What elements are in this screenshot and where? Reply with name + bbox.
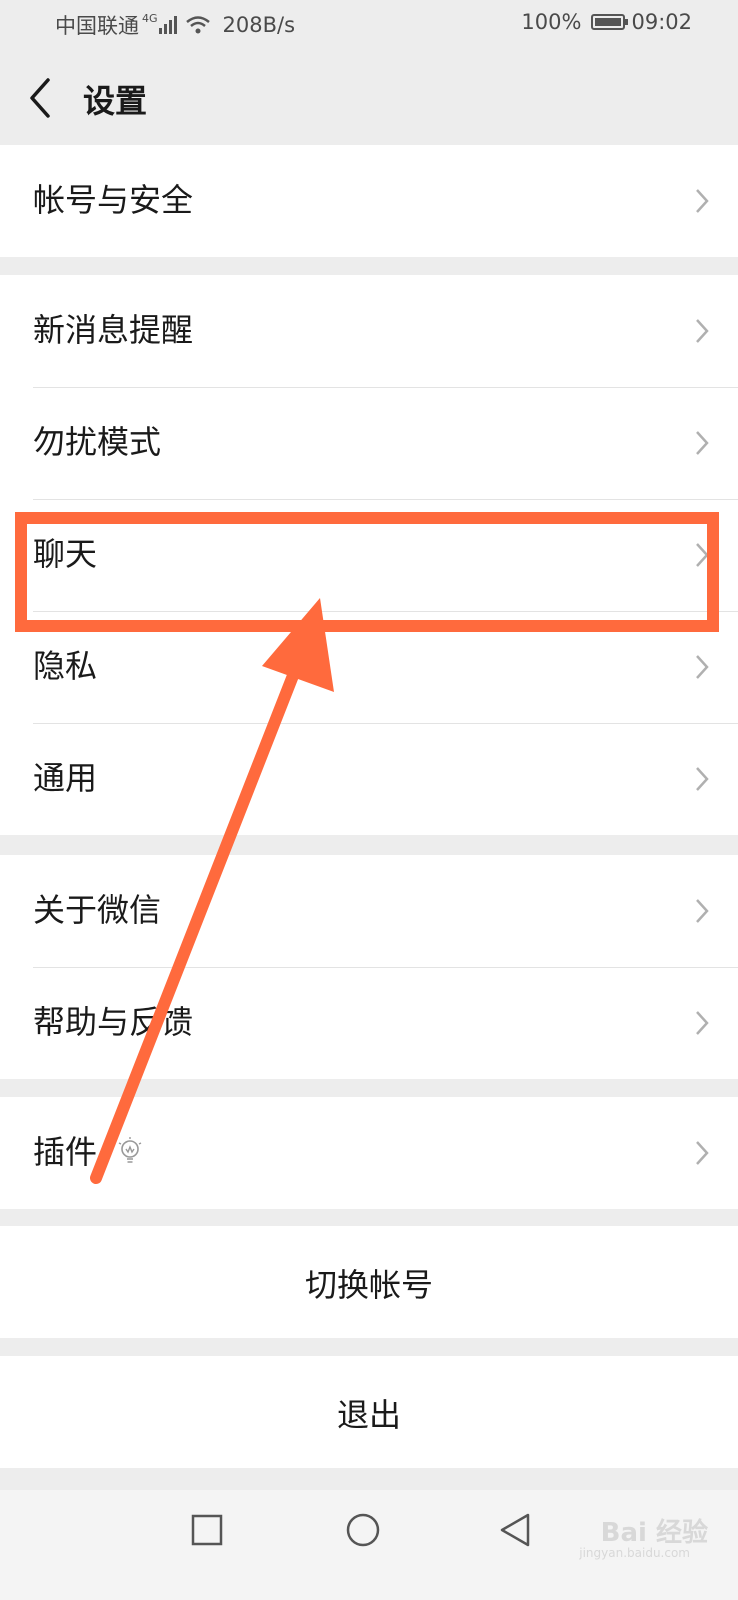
- logout-button[interactable]: 退出: [0, 1356, 738, 1468]
- settings-item-do-not-disturb[interactable]: 勿扰模式: [0, 387, 738, 499]
- battery-percent: 100%: [521, 10, 582, 34]
- status-left: 中国联通 4G 208B/s: [55, 10, 295, 40]
- settings-item-account-security[interactable]: 帐号与安全: [0, 145, 738, 257]
- chevron-right-icon: [696, 655, 709, 679]
- wifi-icon: [185, 16, 210, 34]
- switch-account-button[interactable]: 切换帐号: [0, 1226, 738, 1338]
- back-triangle-icon[interactable]: [498, 1512, 532, 1548]
- settings-item-label: 帮助与反馈: [33, 1003, 194, 1041]
- battery-icon: [591, 14, 629, 30]
- settings-item-label: 隐私: [33, 647, 98, 685]
- status-right: 100% 09:02: [521, 10, 692, 34]
- header: 设置: [0, 52, 738, 144]
- signal-icon: [158, 16, 177, 34]
- settings-item-privacy[interactable]: 隐私: [0, 611, 738, 723]
- network-speed: 208B/s: [222, 13, 296, 37]
- switch-account-label: 切换帐号: [304, 1266, 433, 1304]
- watermark-url: jingyan.baidu.com: [579, 1546, 690, 1560]
- chevron-right-icon: [696, 767, 709, 791]
- logout-label: 退出: [336, 1396, 401, 1434]
- settings-item-about-wechat[interactable]: 关于微信: [0, 855, 738, 967]
- settings-item-notifications[interactable]: 新消息提醒: [0, 275, 738, 387]
- settings-group-plugins: 插件: [0, 1097, 738, 1209]
- settings-item-label: 聊天: [33, 535, 98, 573]
- chevron-right-icon: [696, 431, 709, 455]
- watermark: Bai 经验: [600, 1518, 708, 1548]
- settings-item-general[interactable]: 通用: [0, 723, 738, 835]
- lightbulb-icon: [118, 1137, 142, 1163]
- home-icon[interactable]: [345, 1512, 381, 1548]
- chevron-right-icon: [696, 899, 709, 923]
- settings-item-label: 勿扰模式: [33, 423, 162, 461]
- settings-item-label: 插件: [33, 1133, 98, 1171]
- chevron-right-icon: [696, 543, 709, 567]
- chevron-right-icon: [696, 189, 709, 213]
- system-nav-bar: Bai 经验 jingyan.baidu.com: [0, 1490, 738, 1600]
- chevron-left-icon[interactable]: [22, 72, 62, 124]
- chevron-right-icon: [696, 319, 709, 343]
- settings-item-help-feedback[interactable]: 帮助与反馈: [0, 967, 738, 1079]
- status-bar: 中国联通 4G 208B/s 100% 09:02: [0, 0, 738, 52]
- settings-item-label: 通用: [33, 759, 98, 797]
- page-title: 设置: [83, 82, 148, 120]
- carrier-name: 中国联通: [55, 14, 139, 38]
- settings-group-about: 关于微信 帮助与反馈: [0, 855, 738, 1079]
- settings-group-main: 新消息提醒 勿扰模式 聊天 隐私 通用: [0, 275, 738, 835]
- recent-apps-icon[interactable]: [191, 1514, 223, 1546]
- settings-item-chat[interactable]: 聊天: [0, 499, 738, 611]
- settings-item-label: 关于微信: [33, 891, 162, 929]
- settings-item-label: 帐号与安全: [33, 181, 194, 219]
- network-type: 4G: [142, 11, 158, 25]
- chevron-right-icon: [696, 1141, 709, 1165]
- settings-item-plugins[interactable]: 插件: [0, 1097, 738, 1209]
- settings-item-label: 新消息提醒: [33, 311, 194, 349]
- clock-time: 09:02: [631, 10, 692, 34]
- chevron-right-icon: [696, 1011, 709, 1035]
- settings-group-account: 帐号与安全: [0, 145, 738, 257]
